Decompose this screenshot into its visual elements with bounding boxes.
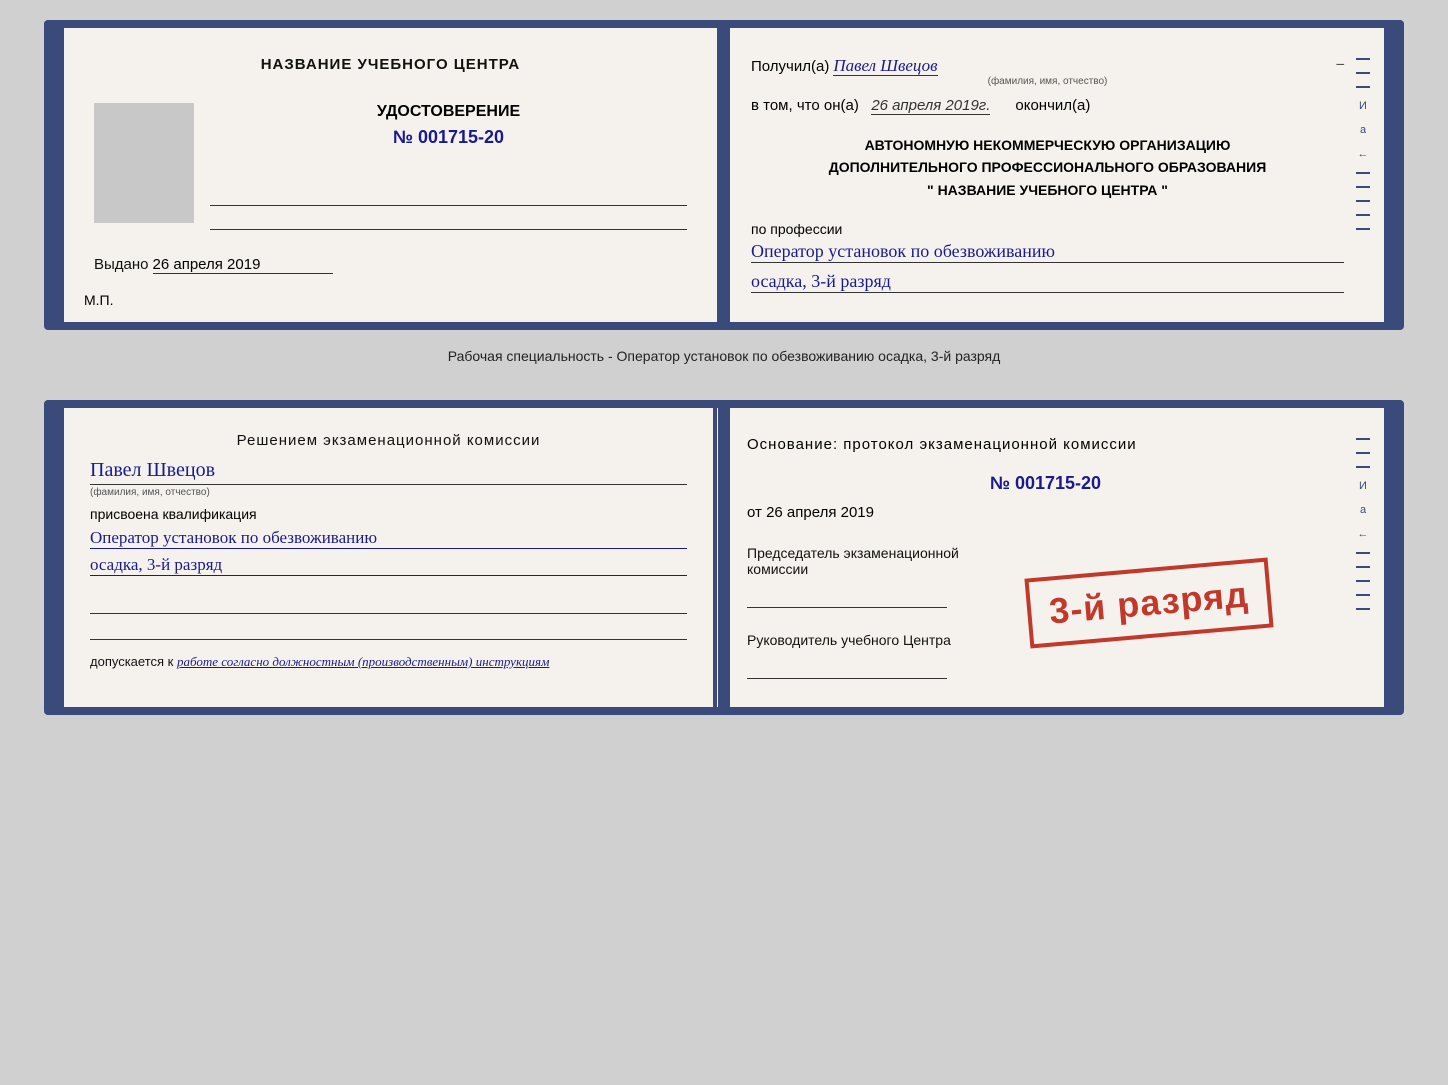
person-name-top: Павел Швецов [833,56,937,76]
chairman-label: Председатель экзаменационной комиссии [747,545,967,577]
right-border-deco-2: И а ← [1356,438,1370,677]
org-line2: ДОПОЛНИТЕЛЬНОГО ПРОФЕССИОНАЛЬНОГО ОБРАЗО… [751,156,1344,178]
received-row: Получил(а) Павел Швецов – (фамилия, имя,… [751,56,1344,87]
right-border-deco: И а ← [1356,58,1370,292]
cert-type-label: УДОСТОВЕРЕНИЕ [210,103,687,121]
card2-right-panel: Основание: протокол экзаменационной коми… [715,408,1384,707]
assigned-label: присвоена квалификация [90,506,687,522]
signature-lines [90,596,687,640]
photo-placeholder [94,103,194,223]
center-name-top: НАЗВАНИЕ УЧЕБНОГО ЦЕНТРА [94,56,687,73]
admitted-value: работе согласно должностным (производств… [177,654,549,669]
person-name-card2: Павел Швецов [90,459,215,481]
card1-left-panel: НАЗВАНИЕ УЧЕБНОГО ЦЕНТРА УДОСТОВЕРЕНИЕ №… [64,28,719,322]
certificate-card-1: НАЗВАНИЕ УЧЕБНОГО ЦЕНТРА УДОСТОВЕРЕНИЕ №… [44,20,1404,330]
org-line3: " НАЗВАНИЕ УЧЕБНОГО ЦЕНТРА " [751,179,1344,201]
fio-sub-card2: (фамилия, имя, отчество) [90,487,687,498]
org-block: АВТОНОМНУЮ НЕКОММЕРЧЕСКУЮ ОРГАНИЗАЦИЮ ДО… [751,134,1344,201]
admitted-label-text: допускается к [90,654,173,669]
head-text: Руководитель учебного Центра [747,632,951,648]
fio-subtitle-top: (фамилия, имя, отчество) [751,76,1344,87]
card2-left-panel: Решением экзаменационной комиссии Павел … [64,408,715,707]
spine2-left [52,408,64,707]
spine-right [1384,28,1396,322]
subtitle-text: Рабочая специальность - Оператор установ… [448,348,1001,364]
from-date: 26 апреля 2019 [766,504,874,521]
received-label: Получил(а) [751,58,829,75]
tom-prefix: в том, что он(а) [751,97,859,114]
spine-left [52,28,64,322]
protocol-number: № 001715-20 [747,473,1344,494]
card1-right-panel: Получил(а) Павел Швецов – (фамилия, имя,… [719,28,1384,322]
stamp-text: 3-й разряд [1048,573,1251,632]
mp-label: М.П. [84,292,114,308]
from-prefix: от [747,504,762,521]
cert-number: № 001715-20 [210,127,687,148]
from-date-row: от 26 апреля 2019 [747,504,1344,521]
profession-value: Оператор установок по обезвоживанию [751,241,1344,263]
rank-value-top: осадка, 3-й разряд [751,271,1344,293]
tom-row: в том, что он(а) 26 апреля 2019г. окончи… [751,97,1344,114]
issued-date: 26 апреля 2019 [153,256,261,273]
issued-row: Выдано 26 апреля 2019 [94,256,687,274]
rank-card2: осадка, 3-й разряд [90,555,687,576]
certificate-card-2: Решением экзаменационной комиссии Павел … [44,400,1404,715]
qualification-card2: Оператор установок по обезвоживанию [90,528,687,549]
basis-title: Основание: протокол экзаменационной коми… [747,436,1344,453]
profession-label: по профессии [751,221,1344,237]
issued-label: Выдано [94,256,149,273]
decision-title: Решением экзаменационной комиссии [90,432,687,449]
tom-date: 26 апреля 2019г. [871,97,990,115]
spine2-right [1384,408,1396,707]
admitted-row: допускается к работе согласно должностны… [90,654,687,670]
tom-suffix: окончил(а) [1015,97,1090,114]
org-line1: АВТОНОМНУЮ НЕКОММЕРЧЕСКУЮ ОРГАНИЗАЦИЮ [751,134,1344,156]
chairman-text: Председатель экзаменационной комиссии [747,545,959,577]
